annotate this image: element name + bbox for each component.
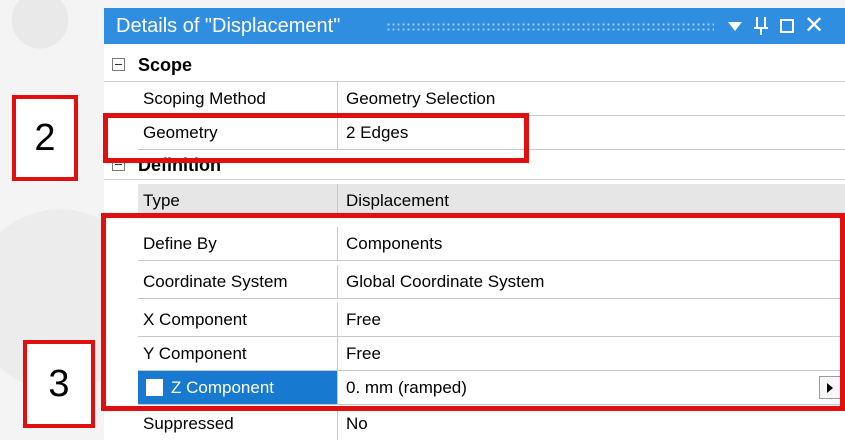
panel-titlebar: Details of "Displacement" ✕ (104, 8, 845, 44)
row-scoping-method[interactable]: Scoping Method Geometry Selection (138, 82, 845, 116)
callout-number-3: 3 (23, 340, 95, 428)
row-value[interactable]: Geometry Selection (338, 82, 845, 115)
row-label: Suppressed (138, 407, 338, 440)
callout-number-2: 2 (12, 95, 78, 181)
panel-title: Details of "Displacement" (116, 15, 341, 37)
callout-frame-3 (101, 213, 845, 411)
row-suppressed[interactable]: Suppressed No (138, 407, 845, 440)
row-label: Scoping Method (138, 82, 338, 115)
close-icon[interactable]: ✕ (802, 8, 826, 44)
group-scope: Scope (104, 48, 845, 82)
callout-frame-2 (103, 113, 529, 163)
titlebar-grip[interactable] (386, 22, 714, 32)
dropdown-arrow-icon[interactable] (724, 8, 746, 44)
pin-icon[interactable] (750, 8, 772, 44)
maximize-icon[interactable] (776, 8, 798, 44)
collapse-toggle-icon[interactable] (112, 58, 125, 71)
row-value[interactable]: No (338, 407, 845, 440)
group-label: Scope (138, 55, 193, 75)
